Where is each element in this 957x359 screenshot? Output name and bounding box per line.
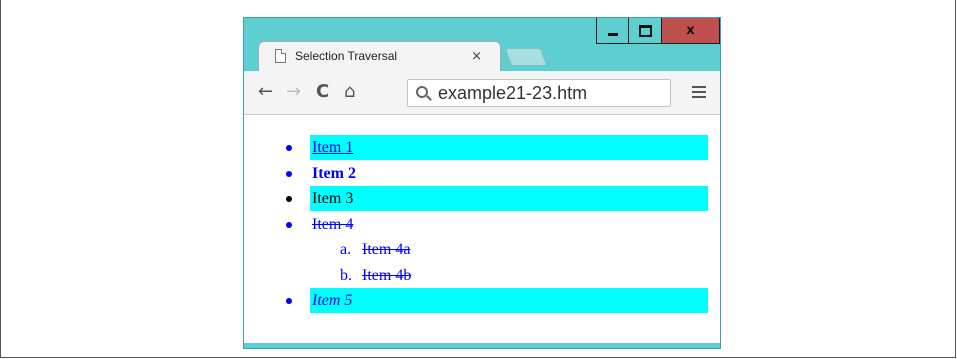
list-item: Item 1 [244, 135, 720, 161]
page-icon [275, 49, 286, 63]
reload-button[interactable]: C [316, 81, 329, 103]
sublist-marker: a. [340, 241, 352, 258]
close-icon: x [686, 23, 695, 38]
home-button[interactable]: ⌂ [344, 81, 355, 103]
item-5: Item 5 [310, 288, 708, 313]
item-1-link[interactable]: Item 1 [310, 135, 708, 160]
url-text: example21-23.htm [438, 83, 588, 103]
item-3: Item 3 [310, 186, 708, 211]
item-4b: Item 4b [362, 266, 412, 284]
list-item: Item 2 [244, 161, 720, 187]
minimize-button[interactable] [596, 18, 629, 44]
item-2: Item 2 [312, 164, 356, 182]
close-window-button[interactable]: x [662, 18, 720, 44]
sublist-item: b. Item 4b [244, 263, 720, 289]
browser-toolbar: ← → C ⌂ example21-23.htm [244, 71, 720, 115]
item-list: Item 1 Item 2 Item 3 Item 4 a. Item 4a b… [244, 135, 720, 314]
item-4a: Item 4a [362, 241, 411, 258]
search-icon [416, 86, 428, 98]
browser-window: x Selection Traversal × ← → C ⌂ example2… [243, 17, 721, 349]
window-controls: x [596, 18, 720, 44]
tab-close-button[interactable]: × [471, 49, 482, 64]
list-item: Item 4 [244, 212, 720, 238]
new-tab-button[interactable] [504, 48, 548, 66]
maximize-button[interactable] [629, 18, 662, 44]
bullet [286, 145, 292, 151]
tab-selection-traversal[interactable]: Selection Traversal × [258, 41, 501, 71]
bullet [286, 298, 292, 304]
list-item: Item 3 [244, 186, 720, 212]
address-bar[interactable]: example21-23.htm [407, 79, 671, 107]
forward-button[interactable]: → [286, 81, 301, 103]
sublist-marker: b. [340, 266, 352, 284]
bullet [286, 221, 292, 228]
tab-title: Selection Traversal [295, 49, 398, 63]
sublist-item: a. Item 4a [244, 237, 720, 263]
back-button[interactable]: ← [258, 81, 273, 103]
maximize-icon [638, 24, 652, 37]
bullet [286, 196, 292, 202]
bullet [286, 170, 292, 177]
item-4: Item 4 [312, 215, 354, 233]
page-content: Item 1 Item 2 Item 3 Item 4 a. Item 4a b… [244, 115, 720, 343]
list-item: Item 5 [244, 288, 720, 314]
menu-icon[interactable] [692, 86, 706, 98]
minimize-icon [607, 33, 618, 36]
